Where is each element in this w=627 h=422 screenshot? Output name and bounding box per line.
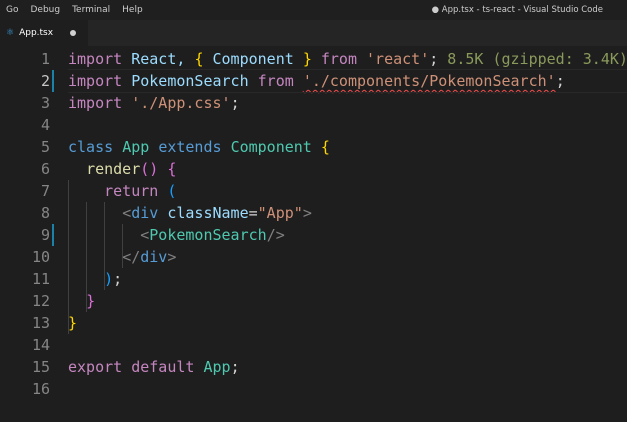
line-number: 10 <box>31 248 50 266</box>
line-number: 1 <box>40 50 50 68</box>
import-cost-hint: 8.5K (gzipped: 3.4K) <box>438 50 627 68</box>
tab-label: App.tsx <box>19 28 54 38</box>
line-number: 2 <box>40 72 50 90</box>
line-number: 3 <box>40 94 50 112</box>
line-number: 11 <box>31 270 50 288</box>
line-number-gutter: 1 2 3 4 5 6 7 8 9 10 11 12 13 14 15 16 <box>0 46 58 422</box>
line-number: 14 <box>31 336 50 354</box>
line-number: 16 <box>31 380 50 398</box>
code-line-7: return ( <box>104 182 177 200</box>
code-line-9: <PokemonSearch/> <box>140 226 285 244</box>
line-number: 4 <box>40 116 50 134</box>
code-line-8: <div className="App"> <box>122 204 312 222</box>
code-line-12: } <box>86 292 96 310</box>
tab-app-tsx[interactable]: ⚛ App.tsx <box>0 20 88 46</box>
menu-terminal[interactable]: Terminal <box>66 0 116 20</box>
code-line-3: import './App.css'; <box>68 94 240 112</box>
tab-bar: ⚛ App.tsx <box>0 20 627 46</box>
code-line-5: class App extends Component { <box>68 138 330 156</box>
line-number: 6 <box>40 160 50 178</box>
menu-bar: Go Debug Terminal Help <box>0 0 149 20</box>
line-number: 7 <box>40 182 50 200</box>
code-line-2: import PokemonSearch from './components/… <box>68 69 627 93</box>
line-number: 8 <box>40 204 50 222</box>
code-line-1: import React, { Component } from 'react'… <box>68 50 627 68</box>
code-editor[interactable]: 1 2 3 4 5 6 7 8 9 10 11 12 13 14 15 16 i… <box>0 46 627 422</box>
git-modified-marker[interactable] <box>52 70 54 92</box>
code-line-6: render() { <box>86 160 177 178</box>
git-modified-marker[interactable] <box>52 224 54 246</box>
react-tsx-icon: ⚛ <box>6 28 15 38</box>
line-number: 5 <box>40 138 50 156</box>
code-area[interactable]: import React, { Component } from 'react'… <box>68 46 627 422</box>
window-title: ● App.tsx - ts-react - Visual Studio Cod… <box>431 5 603 15</box>
menu-help[interactable]: Help <box>116 0 149 20</box>
code-line-13: } <box>68 314 78 332</box>
code-line-15: export default App; <box>68 358 240 376</box>
menu-go[interactable]: Go <box>0 0 24 20</box>
line-number: 13 <box>31 314 50 332</box>
line-number: 12 <box>31 292 50 310</box>
line-number: 15 <box>31 358 50 376</box>
menu-debug[interactable]: Debug <box>24 0 66 20</box>
title-bar: Go Debug Terminal Help ● App.tsx - ts-re… <box>0 0 627 20</box>
code-line-10: </div> <box>122 248 177 266</box>
line-number: 9 <box>40 226 50 244</box>
error-squiggle: './components/PokemonSearch' <box>302 72 556 90</box>
unsaved-dot-icon[interactable] <box>70 30 76 36</box>
code-line-11: ); <box>104 270 123 288</box>
